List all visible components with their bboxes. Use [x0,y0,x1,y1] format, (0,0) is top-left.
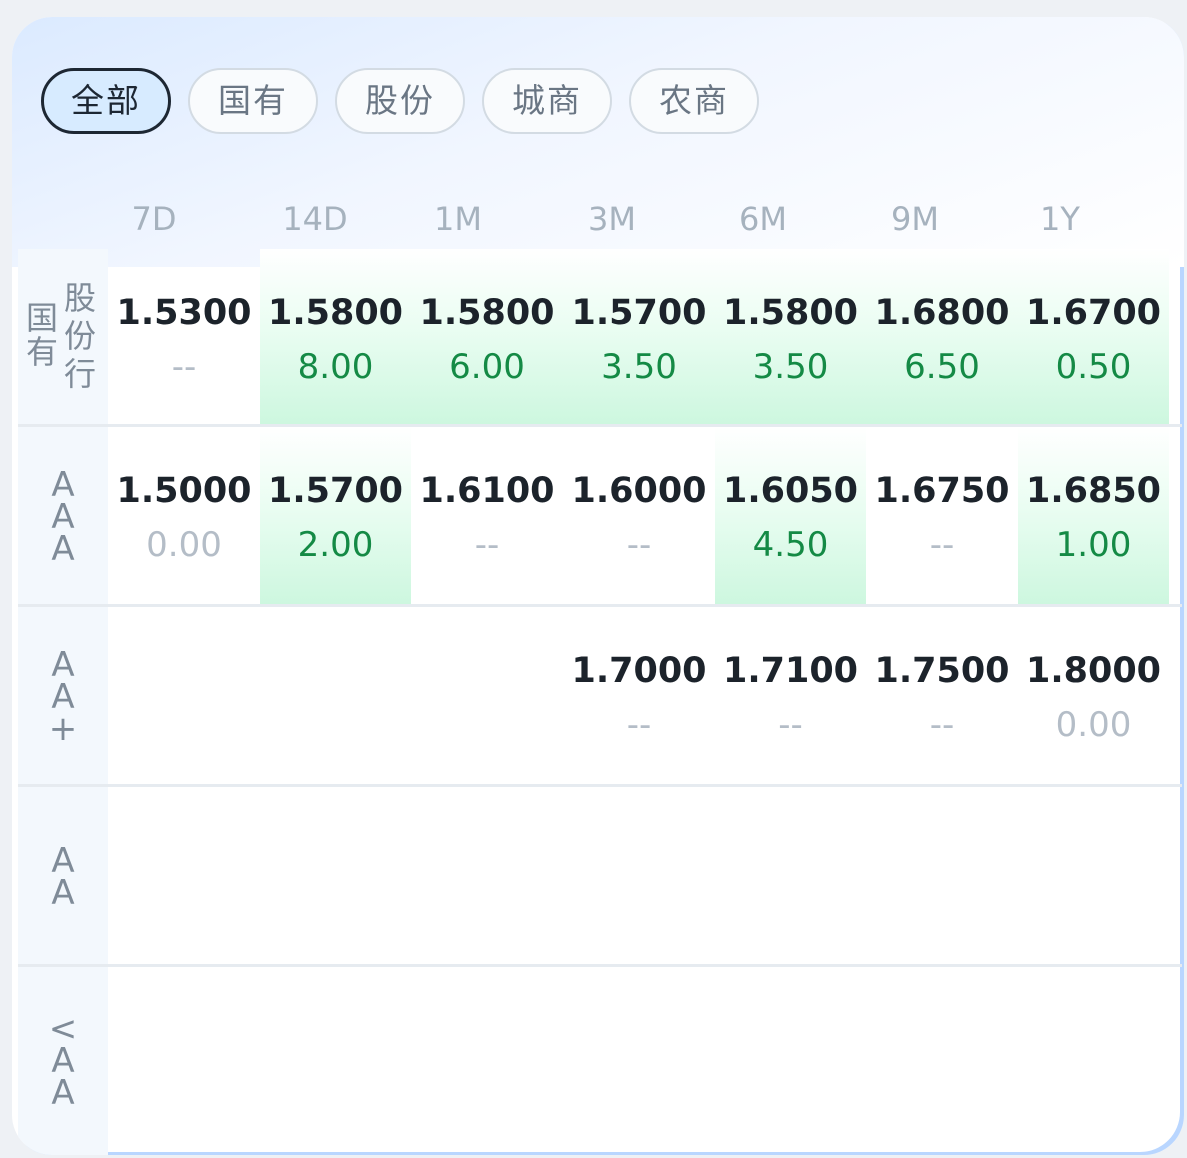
row-label: <AA [18,967,108,1155]
rate-value: 1.5800 [267,293,404,333]
table-row: AA+ 1.7000 -- 1.7100 -- 1.7500 -- 1.8000 0.00 [18,607,1182,787]
row-label-secondary: 股份行 [63,279,96,393]
rate-value: 1.6050 [722,471,859,511]
rate-change: 0.00 [146,525,222,565]
tab-state-owned[interactable]: 国有 [188,68,318,134]
rate-cell-9m[interactable]: 1.7500 -- [866,607,1018,784]
rate-cell-6m[interactable]: 1.5800 3.50 [715,249,866,424]
table-row: <AA [18,967,1182,1155]
rate-matrix-card: 全部 国有 股份 城商 农商 7D 14D 1M 3M 6M 9M 1Y 国有股… [12,17,1184,1155]
rate-value: 1.5700 [267,471,404,511]
rate-value: 1.6100 [419,471,555,511]
rate-cell-1y[interactable]: 1.6700 0.50 [1018,249,1169,424]
rate-change: 3.50 [601,347,677,387]
column-header-7d: 7D [131,200,177,238]
rate-cell-1m[interactable]: 1.6100 -- [411,427,563,604]
rate-change: -- [474,525,500,565]
tab-rural-commercial[interactable]: 农商 [629,68,759,134]
column-header-1y: 1Y [1040,200,1080,238]
column-header-1m: 1M [434,200,482,238]
column-header-9m: 9M [891,200,939,238]
rate-change: -- [626,525,652,565]
row-label-text: AA [51,841,75,913]
rate-cell-7d[interactable]: 1.5000 0.00 [108,427,260,604]
rate-change: -- [626,705,652,745]
rate-change: 0.00 [1055,705,1132,745]
row-label-primary: 国有 [25,299,58,371]
row-label: AA [18,787,108,964]
rate-cell-6m[interactable]: 1.7100 -- [715,607,866,784]
row-label-text: AAA [51,465,75,569]
rate-change: -- [929,705,955,745]
column-header-3m: 3M [588,200,636,238]
rate-cell-3m[interactable]: 1.7000 -- [563,607,715,784]
table-row: AAA 1.5000 0.00 1.5700 2.00 1.6100 -- 1.6000 -- 1… [18,427,1182,607]
tab-joint-stock[interactable]: 股份 [335,68,465,134]
rate-change: -- [929,525,955,565]
rate-value: 1.6800 [874,293,1010,333]
rate-cell-9m[interactable]: 1.6750 -- [866,427,1018,604]
rate-value: 1.5700 [571,293,707,333]
rate-value: 1.6750 [874,471,1010,511]
rate-cell-6m[interactable]: 1.6050 4.50 [715,427,866,604]
column-header-6m: 6M [739,200,787,238]
rate-value: 1.6850 [1025,471,1162,511]
rate-value: 1.5800 [722,293,859,333]
rate-change: 2.00 [297,525,374,565]
row-label: AA+ [18,607,108,784]
rate-change: 0.50 [1055,347,1132,387]
row-label: AAA [18,427,108,604]
rate-value: 1.7000 [571,651,707,691]
rate-value: 1.5800 [419,293,555,333]
rate-cell-3m[interactable]: 1.6000 -- [563,427,715,604]
rate-value: 1.7100 [722,651,859,691]
rate-value: 1.5300 [116,293,252,333]
rate-change: 8.00 [297,347,374,387]
rate-value: 1.7500 [874,651,1010,691]
rate-cell-14d[interactable]: 1.5800 8.00 [260,249,411,424]
rate-value: 1.5000 [116,471,252,511]
row-label-text: <AA [48,1009,78,1113]
row-label-text: AA+ [48,645,78,749]
table-row: 国有 股份行 1.5300 -- 1.5800 8.00 1.5800 6.00 1.5700 3… [18,249,1182,427]
rate-change: -- [778,705,803,745]
tab-all[interactable]: 全部 [41,68,171,134]
rate-cell-3m[interactable]: 1.5700 3.50 [563,249,715,424]
table-row: AA [18,787,1182,967]
rate-change: 4.50 [752,525,829,565]
rate-cell-1y[interactable]: 1.8000 0.00 [1018,607,1169,784]
rate-cell-9m[interactable]: 1.6800 6.50 [866,249,1018,424]
row-label: 国有 股份行 [18,249,108,424]
rate-change: 6.00 [449,347,525,387]
rate-change: -- [171,347,197,387]
rate-cell-1m[interactable]: 1.5800 6.00 [411,249,563,424]
rate-value: 1.6000 [571,471,707,511]
rate-change: 6.50 [904,347,980,387]
rate-cell-14d[interactable]: 1.5700 2.00 [260,427,411,604]
rate-change: 1.00 [1055,525,1132,565]
rate-grid: 国有 股份行 1.5300 -- 1.5800 8.00 1.5800 6.00 1.5700 3… [18,249,1182,1155]
rate-value: 1.6700 [1025,293,1162,333]
rate-cell-1y[interactable]: 1.6850 1.00 [1018,427,1169,604]
rate-cell-7d[interactable]: 1.5300 -- [108,249,260,424]
tab-city-commercial[interactable]: 城商 [482,68,612,134]
column-header-14d: 14D [282,200,348,238]
rate-change: 3.50 [752,347,829,387]
rate-value: 1.8000 [1025,651,1162,691]
